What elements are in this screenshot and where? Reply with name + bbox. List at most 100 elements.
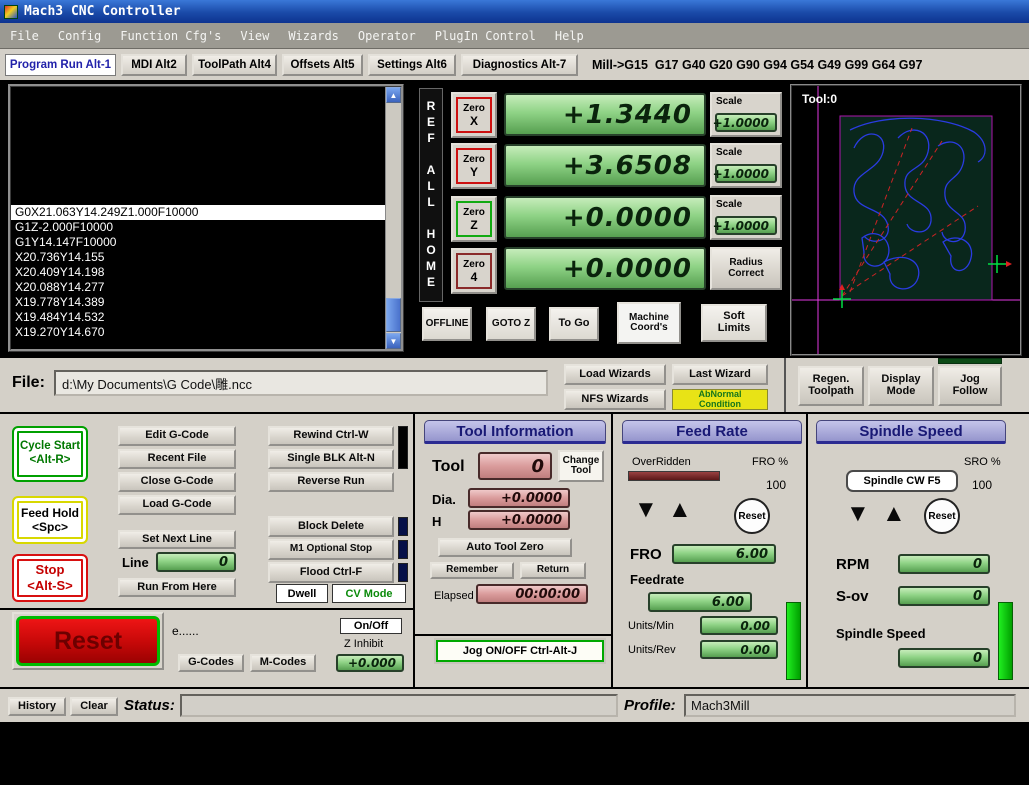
z-inhibit-onoff-button[interactable]: On/Off <box>340 618 402 634</box>
gcode-line-current[interactable]: G0X21.063Y14.249Z1.000F10000 <box>11 205 385 220</box>
menu-plugin-control[interactable]: PlugIn Control <box>435 29 536 43</box>
tab-toolpath[interactable]: ToolPath Alt4 <box>192 54 277 76</box>
reverse-run-button[interactable]: Reverse Run <box>268 472 394 492</box>
gcode-line[interactable]: G1Y14.147F10000 <box>11 235 385 250</box>
spindle-decrease-arrow[interactable]: ▼ <box>846 502 870 526</box>
gcode-line[interactable]: X20.088Y14.277 <box>11 280 385 295</box>
recent-file-button[interactable]: Recent File <box>118 449 236 469</box>
menu-wizards[interactable]: Wizards <box>288 29 339 43</box>
edit-gcode-button[interactable]: Edit G-Code <box>118 426 236 446</box>
file-path-input[interactable] <box>54 370 548 396</box>
to-go-button[interactable]: To Go <box>549 307 599 341</box>
x-axis-dro[interactable]: +1.3440 <box>504 93 706 136</box>
tool-height-dro[interactable]: +0.0000 <box>468 510 570 530</box>
return-button[interactable]: Return <box>520 562 586 579</box>
machine-coords-button[interactable]: Machine Coord's <box>617 302 681 344</box>
sov-dro[interactable]: 0 <box>898 586 990 606</box>
menu-function-cfgs[interactable]: Function Cfg's <box>120 29 221 43</box>
dwell-indicator[interactable]: Dwell <box>276 584 328 603</box>
z-axis-dro[interactable]: +0.0000 <box>504 196 706 239</box>
soft-limits-button[interactable]: Soft Limits <box>701 304 767 342</box>
feedrate-dro[interactable]: 6.00 <box>648 592 752 612</box>
jog-onoff-button[interactable]: Jog ON/OFF Ctrl-Alt-J <box>436 640 604 662</box>
auto-tool-zero-button[interactable]: Auto Tool Zero <box>438 538 572 557</box>
tab-mdi[interactable]: MDI Alt2 <box>121 54 187 76</box>
tool-diameter-dro[interactable]: +0.0000 <box>468 488 570 508</box>
scroll-down-icon[interactable]: ▼ <box>386 333 401 349</box>
feed-reset-button[interactable]: Reset <box>734 498 770 534</box>
line-number-dro[interactable]: 0 <box>156 552 236 572</box>
gcode-line[interactable]: X19.270Y14.670 <box>11 325 385 340</box>
gcode-line[interactable]: X19.484Y14.532 <box>11 310 385 325</box>
stop-button[interactable]: Stop <Alt-S> <box>12 554 88 602</box>
run-from-here-button[interactable]: Run From Here <box>118 578 236 597</box>
gcode-line[interactable]: X20.736Y14.155 <box>11 250 385 265</box>
offline-button[interactable]: OFFLINE <box>422 307 472 341</box>
feed-decrease-arrow[interactable]: ▼ <box>634 498 658 522</box>
m1-optional-stop-button[interactable]: M1 Optional Stop <box>268 539 394 560</box>
single-blk-button[interactable]: Single BLK Alt-N <box>268 449 394 469</box>
nfs-wizards-button[interactable]: NFS Wizards <box>564 389 666 410</box>
spindle-increase-arrow[interactable]: ▲ <box>882 502 906 526</box>
title-bar[interactable]: Mach3 CNC Controller <box>0 0 1029 23</box>
fro-dro[interactable]: 6.00 <box>672 544 776 564</box>
y-axis-dro[interactable]: +3.6508 <box>504 144 706 187</box>
menu-file[interactable]: File <box>10 29 39 43</box>
mcodes-button[interactable]: M-Codes <box>250 654 316 672</box>
regen-toolpath-button[interactable]: Regen. Toolpath <box>798 366 864 406</box>
feed-hold-button[interactable]: Feed Hold <Spc> <box>12 496 88 544</box>
last-wizard-button[interactable]: Last Wizard <box>672 364 768 385</box>
spindle-speed-dro[interactable]: 0 <box>898 648 990 668</box>
units-min-dro[interactable]: 0.00 <box>700 616 778 635</box>
units-rev-dro[interactable]: 0.00 <box>700 640 778 659</box>
gcode-line[interactable]: X19.778Y14.389 <box>11 295 385 310</box>
gcode-scrollbar[interactable]: ▲ ▼ <box>385 87 401 349</box>
feed-increase-arrow[interactable]: ▲ <box>668 498 692 522</box>
spindle-cw-button[interactable]: Spindle CW F5 <box>846 470 958 492</box>
radius-correct-button[interactable]: Radius Correct <box>710 247 782 290</box>
scale-y-value[interactable]: +1.0000 <box>713 164 777 183</box>
scroll-up-icon[interactable]: ▲ <box>386 87 401 103</box>
cycle-start-button[interactable]: Cycle Start <Alt-R> <box>12 426 88 482</box>
menu-config[interactable]: Config <box>58 29 101 43</box>
abnormal-condition-indicator[interactable]: AbNormal Condition <box>672 389 768 410</box>
tab-diagnostics[interactable]: Diagnostics Alt-7 <box>461 54 578 76</box>
toolpath-display[interactable]: Tool:0 <box>790 84 1022 356</box>
reset-button[interactable]: Reset <box>12 612 164 670</box>
set-next-line-button[interactable]: Set Next Line <box>118 530 236 549</box>
scale-z-value[interactable]: +1.0000 <box>713 216 777 235</box>
elapsed-time-dro[interactable]: 00:00:00 <box>476 584 588 604</box>
scale-x-value[interactable]: +1.0000 <box>713 113 777 132</box>
tool-number-dro[interactable]: 0 <box>478 452 552 480</box>
close-gcode-button[interactable]: Close G-Code <box>118 472 236 492</box>
zero-4-button[interactable]: Zero 4 <box>451 248 497 294</box>
display-mode-button[interactable]: Display Mode <box>868 366 934 406</box>
menu-view[interactable]: View <box>240 29 269 43</box>
rewind-button[interactable]: Rewind Ctrl-W <box>268 426 394 446</box>
scrollbar-thumb[interactable] <box>386 298 401 332</box>
flood-button[interactable]: Flood Ctrl-F <box>268 562 394 583</box>
ref-all-home-button[interactable]: REF ALL HOME <box>419 88 443 302</box>
load-wizards-button[interactable]: Load Wizards <box>564 364 666 385</box>
history-button[interactable]: History <box>8 697 66 716</box>
zero-z-button[interactable]: Zero Z <box>451 196 497 242</box>
block-delete-button[interactable]: Block Delete <box>268 516 394 537</box>
load-gcode-button[interactable]: Load G-Code <box>118 495 236 515</box>
zero-x-button[interactable]: Zero X <box>451 92 497 138</box>
z-inhibit-dro[interactable]: +0.000 <box>336 654 404 672</box>
spindle-reset-button[interactable]: Reset <box>924 498 960 534</box>
tab-offsets[interactable]: Offsets Alt5 <box>282 54 363 76</box>
remember-button[interactable]: Remember <box>430 562 514 579</box>
gcode-list-panel[interactable]: G0X21.063Y14.249Z1.000F10000 G1Z-2.000F1… <box>8 84 404 352</box>
change-tool-button[interactable]: Change Tool <box>558 450 604 482</box>
jog-follow-button[interactable]: Jog Follow <box>938 366 1002 406</box>
tab-program-run[interactable]: Program Run Alt-1 <box>5 54 116 76</box>
a-axis-dro[interactable]: +0.0000 <box>504 247 706 290</box>
menu-help[interactable]: Help <box>555 29 584 43</box>
tab-settings[interactable]: Settings Alt6 <box>368 54 456 76</box>
goto-z-button[interactable]: GOTO Z <box>486 307 536 341</box>
clear-button[interactable]: Clear <box>70 697 118 716</box>
gcodes-button[interactable]: G-Codes <box>178 654 244 672</box>
cv-mode-indicator[interactable]: CV Mode <box>332 584 406 603</box>
menu-operator[interactable]: Operator <box>358 29 416 43</box>
